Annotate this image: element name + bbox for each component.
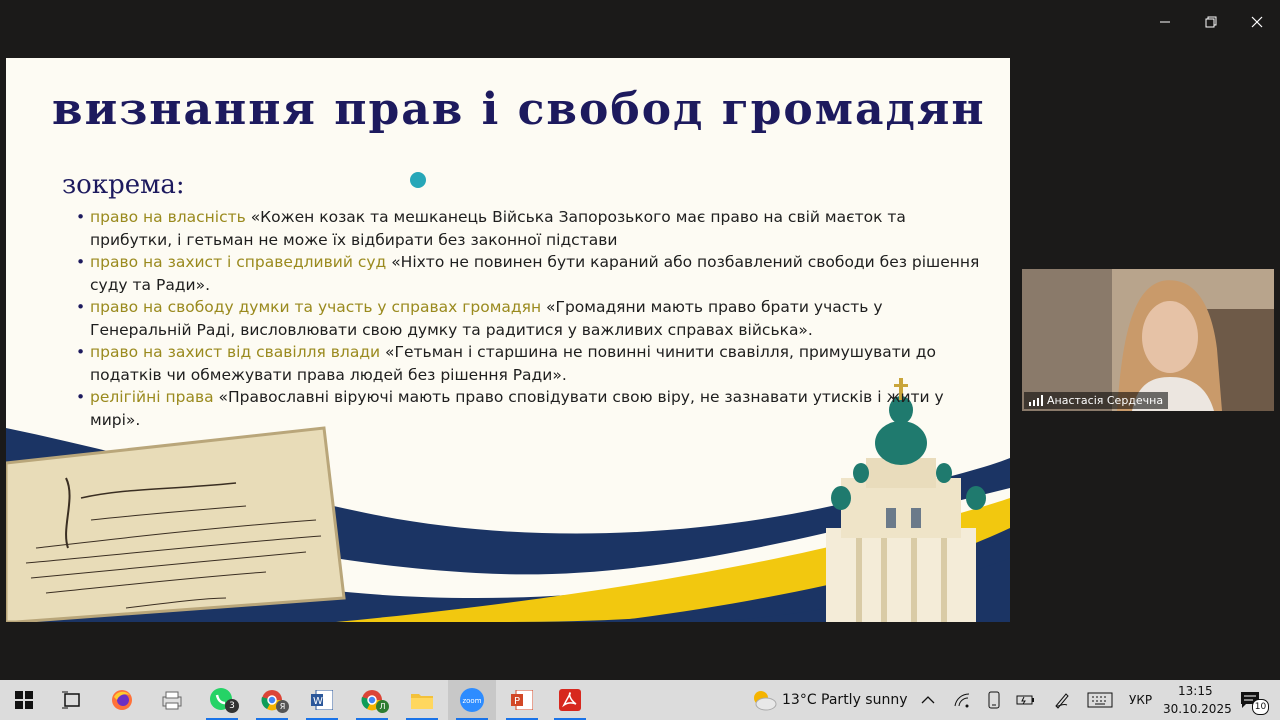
firefox-icon bbox=[112, 690, 132, 710]
shared-slide: визнання прав і свобод громадян зокрема:… bbox=[6, 58, 1010, 622]
bullet-icon: • bbox=[76, 388, 86, 406]
power-plug-icon bbox=[1016, 695, 1034, 705]
clock-date[interactable]: 30.10.2025 bbox=[1163, 702, 1232, 716]
participant-video bbox=[1022, 269, 1274, 411]
zoom-button[interactable]: zoom bbox=[448, 680, 496, 720]
whatsapp-button[interactable]: 3 bbox=[198, 680, 246, 720]
task-view-icon bbox=[62, 691, 80, 709]
task-view-button[interactable] bbox=[48, 680, 96, 720]
taskbar: 3 Я W Л zoom P 13°C Partly sunny УКР 13:… bbox=[0, 680, 1280, 720]
rights-list: • право на власність «Кожен козак та мешк… bbox=[76, 206, 981, 431]
svg-text:zoom: zoom bbox=[462, 697, 481, 705]
list-item: • право на захист від свавілля влади «Гет… bbox=[76, 341, 981, 386]
weather-text[interactable]: 13°C Partly sunny bbox=[782, 692, 908, 708]
input-language[interactable]: УКР bbox=[1129, 693, 1152, 707]
bullet-icon: • bbox=[76, 298, 86, 316]
acrobat-button[interactable] bbox=[546, 680, 594, 720]
bullet-icon: • bbox=[76, 208, 86, 226]
chrome-profile-2-button[interactable]: Л bbox=[348, 680, 396, 720]
list-item: • право на захист і справедливий суд «Ніх… bbox=[76, 251, 981, 296]
device-icon bbox=[988, 691, 1000, 709]
chrome-profile-badge: Л bbox=[376, 700, 389, 713]
wifi-icon bbox=[954, 693, 970, 708]
right-name: релігійні права bbox=[90, 388, 214, 406]
right-name: право на захист від свавілля влади bbox=[90, 343, 381, 361]
start-button[interactable] bbox=[0, 680, 48, 720]
minimize-icon bbox=[1160, 21, 1170, 23]
list-item: • релігійні права «Православні віруючі ма… bbox=[76, 386, 981, 431]
bullet-icon: • bbox=[76, 253, 86, 271]
word-icon: W bbox=[311, 690, 333, 710]
pointer-cursor bbox=[410, 172, 426, 188]
printer-app-button[interactable] bbox=[148, 680, 196, 720]
right-name: право на свободу думки та участь у справ… bbox=[90, 298, 542, 316]
signal-bars-icon bbox=[1029, 395, 1043, 406]
acrobat-icon bbox=[559, 689, 581, 711]
weather-widget[interactable] bbox=[740, 680, 788, 720]
close-button[interactable] bbox=[1234, 0, 1280, 44]
powerpoint-button[interactable]: P bbox=[498, 680, 546, 720]
participant-name-label: Анастасія Сердечна bbox=[1024, 392, 1169, 409]
right-name: право на власність bbox=[90, 208, 246, 226]
printer-icon bbox=[162, 691, 182, 710]
chevron-up-icon bbox=[921, 696, 935, 704]
windows-logo-icon bbox=[15, 691, 33, 709]
word-button[interactable]: W bbox=[298, 680, 346, 720]
manuscript-image bbox=[6, 426, 346, 622]
pen-icon bbox=[1055, 693, 1069, 709]
chrome-profile-badge: Я bbox=[276, 700, 289, 713]
partly-sunny-icon bbox=[754, 691, 777, 711]
list-item: • право на власність «Кожен козак та мешк… bbox=[76, 206, 981, 251]
close-icon bbox=[1251, 16, 1263, 28]
powerpoint-icon: P bbox=[511, 690, 533, 710]
restore-icon bbox=[1205, 16, 1217, 28]
list-item: • право на свободу думки та участь у спра… bbox=[76, 296, 981, 341]
touch-keyboard-button[interactable] bbox=[1078, 680, 1122, 720]
clock-time[interactable]: 13:15 bbox=[1178, 684, 1213, 698]
slide-title: визнання прав і свобод громадян bbox=[52, 84, 986, 135]
svg-text:W: W bbox=[313, 696, 323, 707]
restore-button[interactable] bbox=[1188, 0, 1234, 44]
keyboard-icon bbox=[1087, 692, 1113, 708]
chrome-profile-1-button[interactable]: Я bbox=[248, 680, 296, 720]
slide-subheading: зокрема: bbox=[62, 170, 185, 200]
right-name: право на захист і справедливий суд bbox=[90, 253, 387, 271]
notification-count-badge: 10 bbox=[1252, 699, 1269, 715]
firefox-button[interactable] bbox=[98, 680, 146, 720]
right-quote: «Православні віруючі мають право сповіду… bbox=[90, 388, 944, 429]
notification-center-button[interactable]: 10 bbox=[1230, 680, 1270, 720]
participant-name: Анастасія Сердечна bbox=[1047, 394, 1164, 407]
folder-icon bbox=[411, 694, 433, 709]
whatsapp-badge: 3 bbox=[225, 699, 239, 713]
file-explorer-button[interactable] bbox=[398, 680, 446, 720]
minimize-button[interactable] bbox=[1142, 0, 1188, 44]
participant-video-tile[interactable]: Анастасія Сердечна bbox=[1022, 269, 1274, 411]
zoom-icon: zoom bbox=[460, 688, 484, 712]
svg-text:P: P bbox=[514, 696, 520, 707]
bullet-icon: • bbox=[76, 343, 86, 361]
window-titlebar bbox=[0, 0, 1280, 44]
